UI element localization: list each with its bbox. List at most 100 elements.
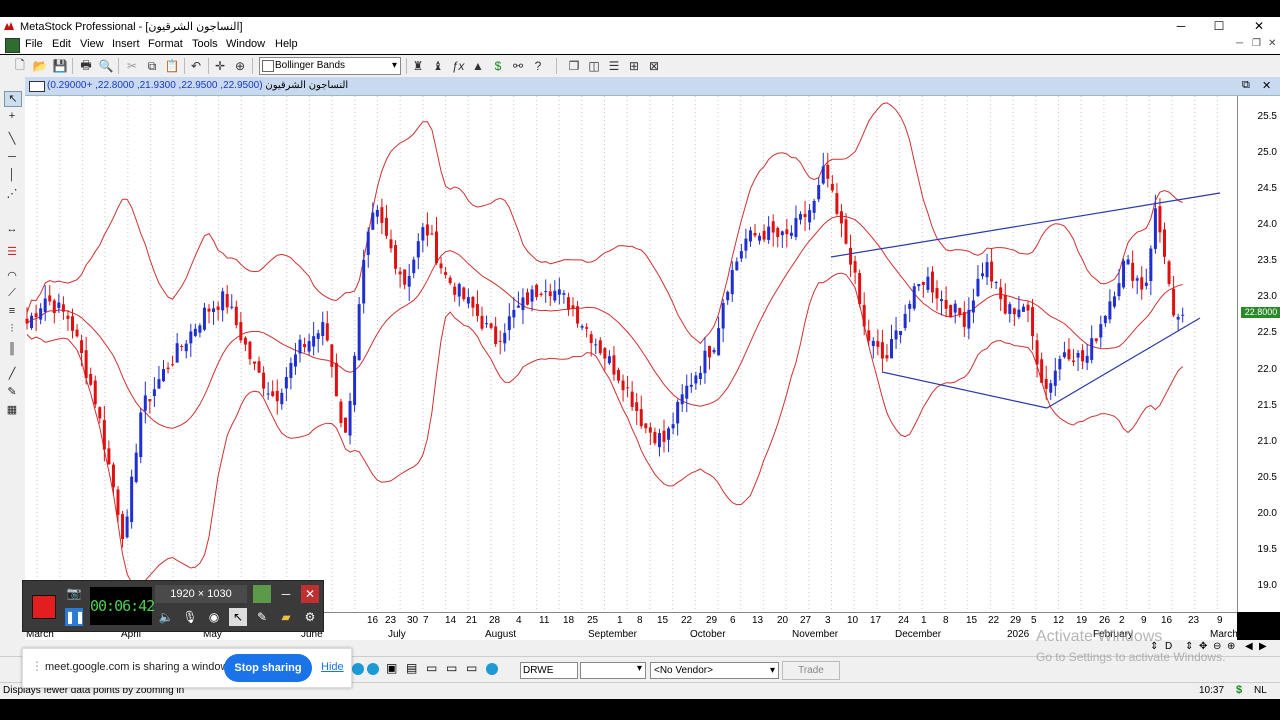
save-icon[interactable]: 💾 <box>52 58 68 74</box>
period-select[interactable]: ▾ <box>580 662 646 679</box>
trendline[interactable] <box>830 192 1221 258</box>
expert-advisor-icon[interactable]: ♝ <box>430 58 446 74</box>
webcam-icon[interactable]: ◉ <box>205 608 223 626</box>
trendline-tool-icon[interactable]: ╲ <box>4 132 20 146</box>
print-preview-icon[interactable]: 🔍 <box>98 58 114 74</box>
indicator-builder-icon[interactable]: ƒx <box>450 58 466 74</box>
candle-body <box>316 333 320 339</box>
arrange-icon[interactable]: ⊞ <box>626 58 642 74</box>
candle-body <box>566 297 570 310</box>
menu-edit[interactable]: Edit <box>52 38 71 50</box>
pause-icon[interactable]: ❚❚ <box>65 608 85 626</box>
explorer-icon[interactable]: ♜ <box>410 58 426 74</box>
edge-icon-2[interactable] <box>367 663 379 675</box>
folder-icon[interactable]: ▰ <box>277 608 295 626</box>
system-tester-icon[interactable]: ▲ <box>470 58 486 74</box>
regression-icon[interactable]: ⫶ <box>4 323 20 337</box>
stop-sharing-button[interactable]: Stop sharing <box>224 654 312 682</box>
chart-close-icon[interactable]: ✕ <box>1262 79 1271 92</box>
menu-format[interactable]: Format <box>148 38 183 50</box>
trendline[interactable] <box>1046 317 1201 409</box>
pen-icon[interactable]: ✎ <box>253 608 271 626</box>
mdi-minimize-icon[interactable]: ─ <box>1236 38 1243 49</box>
scroll-right-icon[interactable]: ▶ <box>1259 641 1267 652</box>
candle-body <box>516 305 520 308</box>
candle-body <box>198 325 202 333</box>
menu-view[interactable]: View <box>80 38 104 50</box>
layout-icon[interactable]: ⊠ <box>646 58 662 74</box>
mdi-restore-icon[interactable]: ❐ <box>1252 38 1261 49</box>
hide-share-bar-link[interactable]: Hide <box>321 661 344 673</box>
help-cursor-icon[interactable]: ? <box>530 58 546 74</box>
horizontal-line-icon[interactable]: ─ <box>4 151 20 165</box>
close-widget-icon[interactable]: ✕ <box>301 585 319 603</box>
channel-icon[interactable]: ≡ <box>4 305 20 319</box>
drag-handle-icon[interactable]: ⋮ <box>31 659 43 673</box>
gann-fan-icon[interactable]: ⟋ <box>4 287 20 301</box>
paste-icon[interactable]: 📋 <box>164 58 180 74</box>
edge-icon[interactable] <box>352 663 364 675</box>
trade-button[interactable]: Trade <box>782 661 840 680</box>
toolbar: 🗋 📂 💾 🖶 🔍 ✂ ⧉ 📋 ↶ ✛ ⊕ Bollinger Bands ▾ … <box>0 55 1280 78</box>
minimize-widget-icon[interactable]: ─ <box>277 585 295 603</box>
menu-insert[interactable]: Insert <box>112 38 140 50</box>
crosshair-icon[interactable]: ✛ <box>212 58 228 74</box>
mdi-document-icon[interactable] <box>5 38 20 53</box>
vertical-line-icon[interactable]: │ <box>4 169 20 183</box>
speaker-icon[interactable]: 🔈 <box>157 608 175 626</box>
tile-vertical-icon[interactable]: ◫ <box>586 58 602 74</box>
pointer-icon[interactable]: ↖ <box>4 91 22 107</box>
cursor-icon[interactable]: ↖ <box>229 608 247 626</box>
dollar-icon[interactable]: $ <box>490 58 506 74</box>
window-icon-4[interactable]: ▭ <box>446 661 457 675</box>
window-icon-2[interactable]: ▤ <box>406 661 417 675</box>
vendor-select[interactable]: <No Vendor> ▾ <box>650 662 779 679</box>
green-square-icon[interactable] <box>253 585 271 603</box>
menu-file[interactable]: File <box>25 38 43 50</box>
menu-window[interactable]: Window <box>226 38 265 50</box>
zoom-icon[interactable]: ⊕ <box>232 58 248 74</box>
grid-tool-icon[interactable]: ▦ <box>4 403 20 417</box>
microphone-icon[interactable]: 🎙 <box>181 608 199 626</box>
record-stop-button[interactable] <box>32 595 56 619</box>
print-icon[interactable]: 🖶 <box>78 58 94 74</box>
settings-gear-icon[interactable]: ⚙ <box>301 608 319 626</box>
binoculars-icon[interactable]: ⚯ <box>510 58 526 74</box>
price-chart[interactable] <box>25 96 1237 612</box>
new-file-icon[interactable]: 🗋 <box>12 58 28 74</box>
line-tool-icon[interactable]: ╱ <box>4 367 20 381</box>
menu-help[interactable]: Help <box>275 38 298 50</box>
symbol-input[interactable]: DRWE <box>520 662 578 679</box>
window-icon-5[interactable]: ▭ <box>466 661 477 675</box>
candle-body <box>225 294 229 308</box>
tile-horizontal-icon[interactable]: ☰ <box>606 58 622 74</box>
cycle-tool-icon[interactable]: ║ <box>4 343 20 357</box>
chart-restore-icon[interactable]: ⧉ <box>1242 79 1250 92</box>
copy-icon[interactable]: ⧉ <box>144 58 160 74</box>
edge-icon-3[interactable] <box>486 663 498 675</box>
zoom-in-icon[interactable]: ⊕ <box>1227 641 1235 652</box>
candle-body <box>1149 248 1153 282</box>
crosshair-tool-icon[interactable]: + <box>4 110 20 124</box>
arc-tool-icon[interactable]: ◠ <box>4 269 20 283</box>
cycle-lines-icon[interactable]: ↔ <box>4 223 20 237</box>
mdi-close-icon[interactable]: ✕ <box>1268 38 1276 49</box>
pencil-icon[interactable]: ✎ <box>4 385 20 399</box>
cut-icon[interactable]: ✂ <box>124 58 140 74</box>
candle-body <box>580 326 584 328</box>
undo-icon[interactable]: ↶ <box>188 58 204 74</box>
camera-icon[interactable]: 📷 <box>65 584 83 602</box>
menu-tools[interactable]: Tools <box>192 38 218 50</box>
open-folder-icon[interactable]: 📂 <box>32 58 48 74</box>
month-tick: March <box>1210 629 1238 640</box>
fan-tool-icon[interactable]: ⋰ <box>4 187 20 201</box>
fibonacci-icon[interactable]: ☰ <box>4 245 20 259</box>
cascade-icon[interactable]: ❐ <box>566 58 582 74</box>
window-icon-1[interactable]: ▣ <box>386 661 397 675</box>
window-icon-3[interactable]: ▭ <box>426 661 437 675</box>
maximize-button[interactable]: ☐ <box>1200 18 1238 35</box>
scroll-left-icon[interactable]: ◀ <box>1245 641 1253 652</box>
close-button[interactable]: ✕ <box>1240 18 1278 35</box>
minimize-button[interactable]: ─ <box>1162 18 1200 35</box>
indicator-select[interactable]: Bollinger Bands ▾ <box>259 57 401 75</box>
